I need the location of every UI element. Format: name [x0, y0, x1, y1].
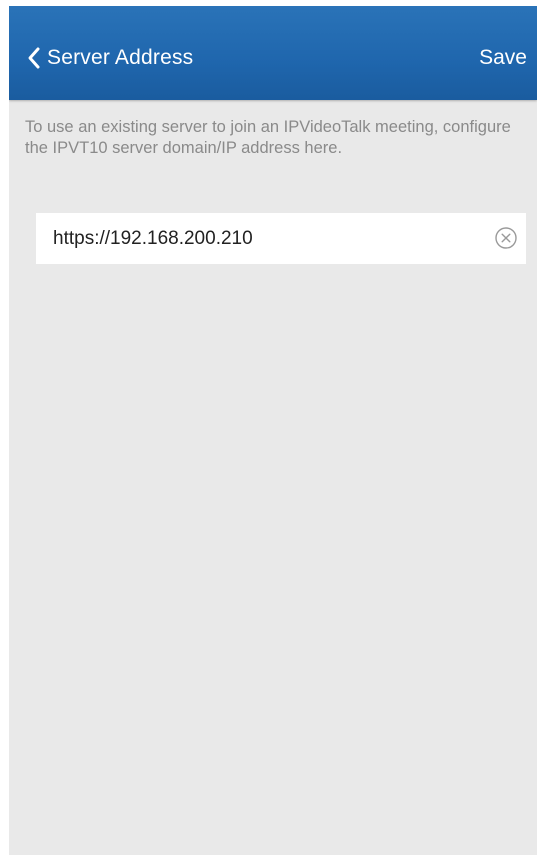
server-address-input[interactable] — [36, 213, 473, 264]
description-text: To use an existing server to join an IPV… — [25, 118, 511, 157]
page-title: Server Address — [47, 46, 194, 69]
server-address-field — [36, 213, 526, 264]
app-bar: Server Address Save — [9, 6, 537, 100]
clear-icon[interactable] — [494, 226, 518, 250]
back-button[interactable]: Server Address — [27, 40, 193, 76]
chevron-left-icon — [27, 46, 41, 70]
save-button[interactable]: Save — [479, 40, 527, 76]
server-address-screen: Server Address Save To use an existing s… — [9, 6, 537, 855]
